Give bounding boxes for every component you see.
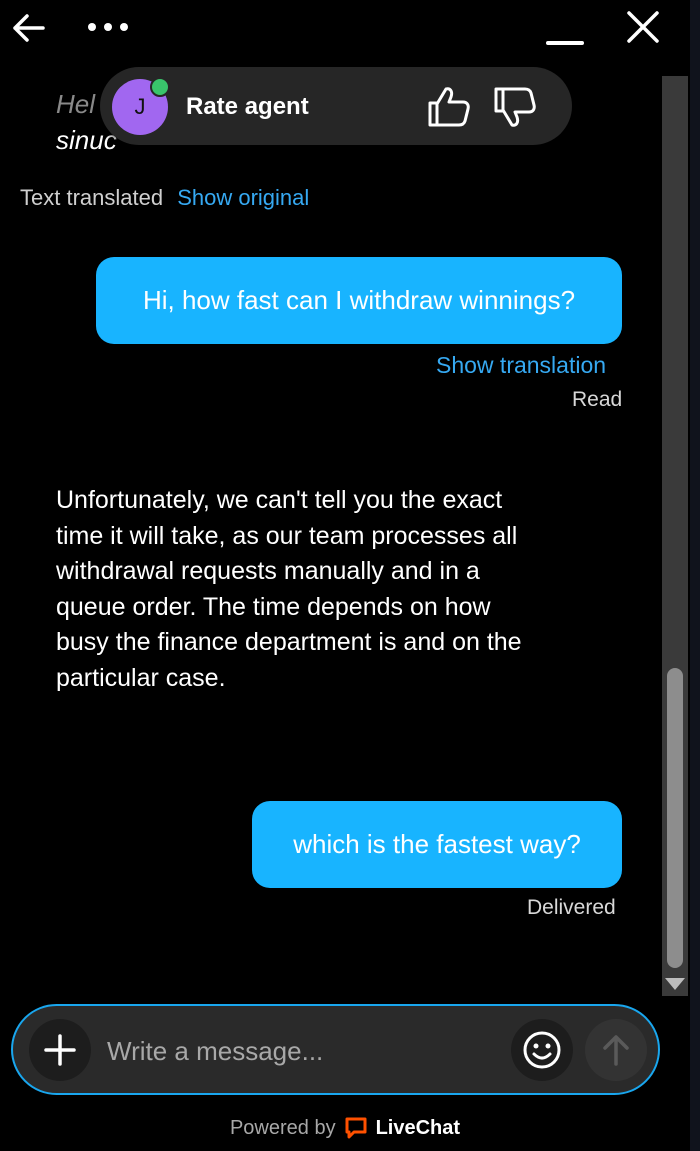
agent-message: Unfortunately, we can't tell you the exa… [56, 486, 522, 692]
text-translated-label: Text translated [20, 185, 164, 210]
more-dots-icon[interactable] [84, 10, 132, 44]
scroll-down-icon[interactable] [665, 978, 685, 990]
scrollbar-thumb[interactable] [667, 668, 683, 968]
show-translation-link[interactable]: Show translation [436, 352, 606, 379]
message-status: Read [572, 388, 623, 411]
message-input[interactable] [105, 1026, 499, 1076]
message-status: Delivered [527, 896, 616, 919]
translation-meta: Text translated Show original [20, 185, 309, 211]
minimize-icon[interactable] [544, 22, 586, 52]
close-icon[interactable] [622, 6, 664, 48]
livechat-brand-name[interactable]: LiveChat [376, 1117, 460, 1140]
avatar-initial: J [134, 94, 146, 119]
window-edge [690, 0, 700, 1151]
message-composer [11, 1004, 660, 1095]
message-text: which is the fastest way? [293, 829, 581, 859]
send-arrow-icon[interactable] [585, 1019, 647, 1081]
thumbs-up-icon[interactable] [426, 85, 472, 129]
rate-agent-label: Rate agent [186, 93, 309, 120]
online-status-dot [150, 77, 170, 97]
livechat-logo-icon [344, 1116, 368, 1140]
visitor-message-bubble: Hi, how fast can I withdraw winnings? [96, 257, 622, 344]
plus-icon[interactable] [29, 1019, 91, 1081]
thumbs-down-icon[interactable] [492, 85, 538, 129]
powered-by-footer: Powered by LiveChat [0, 1116, 690, 1140]
rate-agent-bar: J Rate agent [100, 67, 572, 145]
top-bar [0, 0, 690, 56]
powered-by-label: Powered by [229, 1116, 336, 1139]
arrow-left-icon[interactable] [8, 8, 48, 48]
emoji-icon[interactable] [511, 1019, 573, 1081]
visitor-message-bubble: which is the fastest way? [252, 801, 622, 888]
show-original-link[interactable]: Show original [177, 185, 309, 210]
message-text: Hi, how fast can I withdraw winnings? [142, 285, 576, 315]
